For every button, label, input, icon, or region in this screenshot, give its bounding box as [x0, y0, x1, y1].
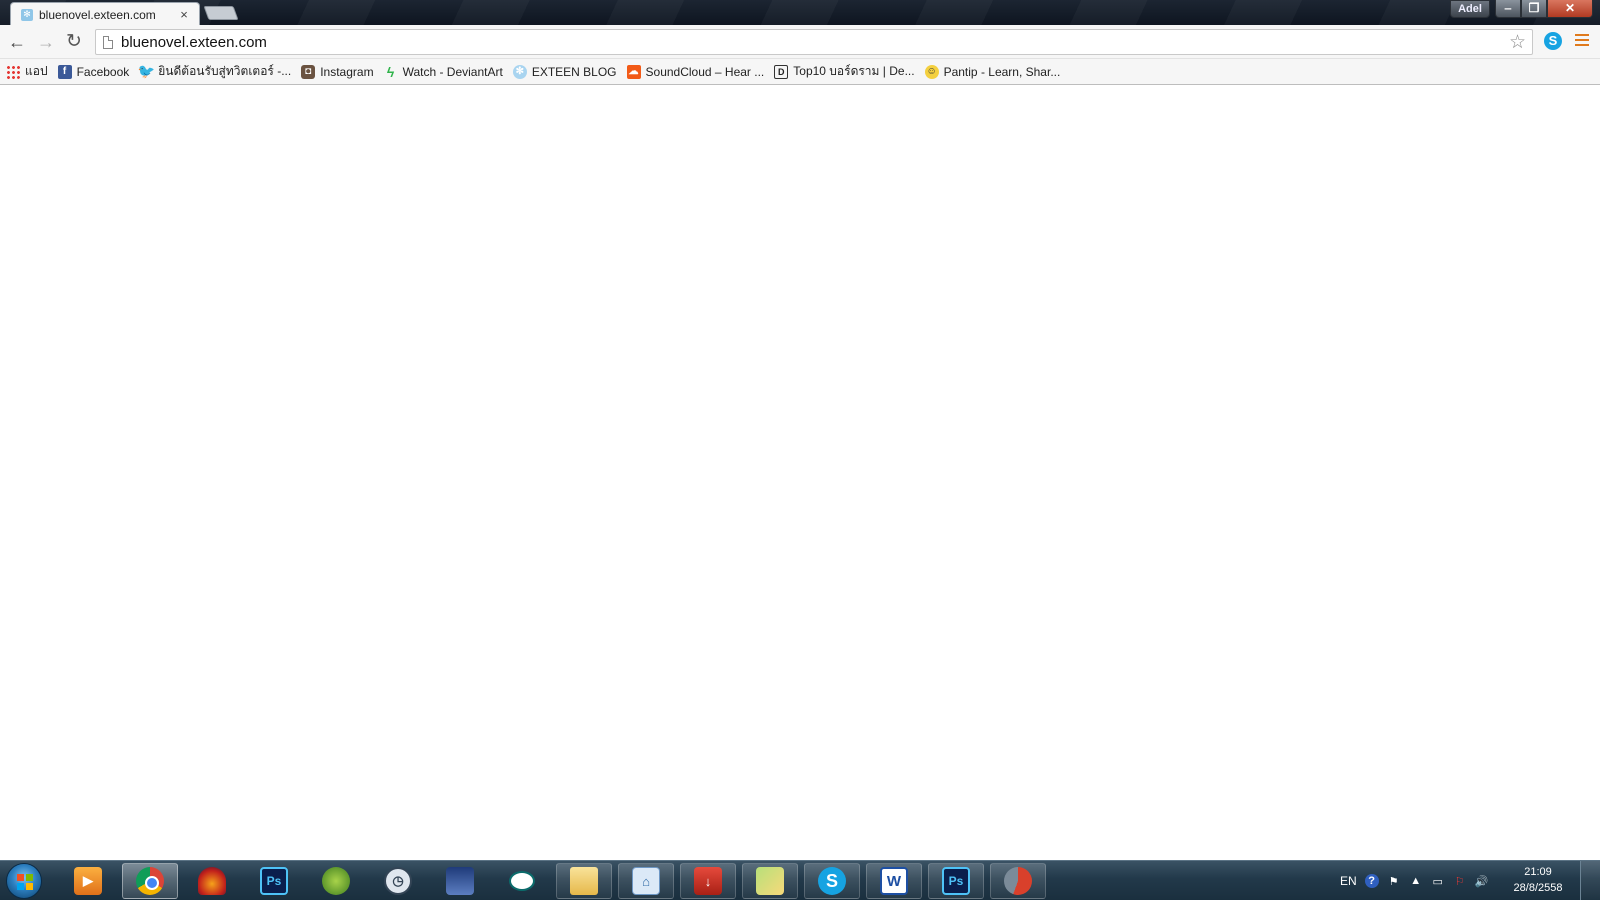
new-tab-button[interactable]	[203, 6, 239, 20]
skype-extension-icon[interactable]: S	[1544, 32, 1562, 50]
page-content[interactable]	[0, 85, 1600, 860]
bookmark-label: แอป	[25, 64, 48, 78]
taskbar-clock-app[interactable]: ◷	[370, 863, 426, 899]
taskbar-sticky-notes[interactable]	[742, 863, 798, 899]
bookmark-pantip[interactable]: ☺ Pantip - Learn, Shar...	[924, 64, 1061, 79]
pantip-icon: ☺	[924, 64, 939, 79]
taskbar-network-app[interactable]: ⌂	[618, 863, 674, 899]
taskbar-download-app[interactable]: ↓	[680, 863, 736, 899]
taskbar: ▶ Ps ◷ ⌂ ↓ S W Ps EN ? ⚑ ▲ ▭ ⚐ 🔊 21:09 2…	[0, 860, 1600, 900]
address-bar[interactable]: bluenovel.exteen.com ☆	[95, 29, 1533, 55]
minimize-button[interactable]: ‒	[1495, 0, 1521, 18]
bookmark-apps[interactable]: แอป	[6, 62, 48, 81]
bookmark-label: ยินดีต้อนรับสู่ทวิตเตอร์ -...	[158, 64, 292, 78]
bookmark-label: Facebook	[76, 64, 130, 79]
taskbar-anime-app[interactable]	[432, 863, 488, 899]
facebook-icon: f	[57, 64, 72, 79]
browser-toolbar: ← → ↻ bluenovel.exteen.com ☆ S	[0, 25, 1600, 59]
tab-bluenovel[interactable]: ✻ bluenovel.exteen.com ×	[10, 2, 200, 26]
input-flag-icon[interactable]: ⚑	[1387, 874, 1401, 888]
taskbar-clock[interactable]: 21:09 28/8/2558	[1508, 864, 1568, 896]
photoshop-icon: Ps	[942, 867, 970, 895]
close-button[interactable]: ✕	[1547, 0, 1593, 18]
bookmark-deviantart[interactable]: ϟ Watch - DeviantArt	[384, 63, 503, 80]
audition-icon	[198, 867, 226, 895]
taskbar-media-player[interactable]: ▶	[60, 863, 116, 899]
chrome-icon	[136, 867, 164, 895]
folder-icon	[570, 867, 598, 895]
clock-time: 21:09	[1524, 866, 1552, 878]
back-button[interactable]: ←	[5, 30, 29, 54]
clock-date: 28/8/2558	[1513, 882, 1563, 894]
bookmark-label: Watch - DeviantArt	[402, 64, 503, 79]
exteen-icon: ✻	[512, 64, 527, 79]
globe-icon	[322, 867, 350, 895]
bookmarks-bar: แอป f Facebook 🐦 ยินดีต้อนรับสู่ทวิตเตอร…	[0, 59, 1600, 85]
bookmark-exteen-blog[interactable]: ✻ EXTEEN BLOG	[512, 64, 617, 79]
bookmark-dek-d[interactable]: D Top10 บอร์ดราม | De...	[774, 62, 915, 81]
twitter-icon: 🐦	[137, 63, 155, 79]
soundcloud-icon: ☁	[626, 64, 641, 79]
network-user-icon: ⌂	[632, 867, 660, 895]
apps-icon	[6, 64, 20, 79]
instagram-icon: ◘	[301, 64, 316, 79]
start-button[interactable]	[6, 863, 42, 899]
volume-icon[interactable]: 🔊	[1475, 874, 1489, 888]
taskbar-audition[interactable]	[184, 863, 240, 899]
snagit-icon	[1004, 867, 1032, 895]
page-icon	[103, 36, 113, 49]
reload-button[interactable]: ↻	[62, 30, 86, 54]
network-icon[interactable]: ▭	[1431, 874, 1445, 888]
anime-character-icon	[446, 867, 474, 895]
taskbar-photoshop-pinned[interactable]: Ps	[246, 863, 302, 899]
bookmark-label: Instagram	[320, 64, 374, 79]
help-icon[interactable]: ?	[1364, 874, 1379, 888]
maximize-button[interactable]: ❐	[1521, 0, 1547, 18]
language-indicator[interactable]: EN	[1340, 874, 1357, 888]
clock-icon: ◷	[384, 867, 412, 895]
skype-icon: S	[818, 867, 846, 895]
chrome-menu-icon[interactable]	[1575, 34, 1589, 48]
url-text[interactable]: bluenovel.exteen.com	[121, 34, 267, 51]
taskbar-globe-app[interactable]	[308, 863, 364, 899]
show-desktop-button[interactable]	[1580, 861, 1600, 900]
bookmark-label: Top10 บอร์ดราม | De...	[793, 64, 915, 78]
bookmark-twitter[interactable]: 🐦 ยินดีต้อนรับสู่ทวิตเตอร์ -...	[137, 62, 292, 81]
bookmark-label: Pantip - Learn, Shar...	[943, 64, 1061, 79]
taskbar-chrome[interactable]	[122, 863, 178, 899]
word-icon: W	[880, 867, 908, 895]
speech-bubble-icon	[508, 867, 536, 895]
taskbar-photoshop[interactable]: Ps	[928, 863, 984, 899]
sticky-notes-icon	[756, 867, 784, 895]
bookmark-label: EXTEEN BLOG	[531, 64, 617, 79]
system-tray: EN ? ⚑ ▲ ▭ ⚐ 🔊	[1340, 861, 1497, 900]
tab-title: bluenovel.exteen.com	[39, 7, 156, 22]
bookmark-facebook[interactable]: f Facebook	[57, 64, 130, 79]
taskbar-chat-app[interactable]	[494, 863, 550, 899]
action-center-icon[interactable]: ⚐	[1453, 874, 1467, 888]
taskbar-file-explorer[interactable]	[556, 863, 612, 899]
deviantart-icon: ϟ	[386, 63, 395, 80]
title-bar: ✻ bluenovel.exteen.com × Adel ‒ ❐ ✕	[0, 0, 1600, 26]
taskbar-word[interactable]: W	[866, 863, 922, 899]
dek-d-icon: D	[774, 64, 789, 79]
media-player-icon: ▶	[74, 867, 102, 895]
bookmark-label: SoundCloud – Hear ...	[645, 64, 765, 79]
bookmark-soundcloud[interactable]: ☁ SoundCloud – Hear ...	[626, 64, 765, 79]
taskbar-skype[interactable]: S	[804, 863, 860, 899]
tab-close-icon[interactable]: ×	[177, 7, 191, 22]
taskbar-snagit[interactable]	[990, 863, 1046, 899]
show-hidden-icons-arrow-icon[interactable]: ▲	[1409, 874, 1423, 888]
photoshop-icon: Ps	[260, 867, 288, 895]
download-arrow-icon: ↓	[694, 867, 722, 895]
bookmark-star-icon[interactable]: ☆	[1509, 31, 1526, 54]
forward-button[interactable]: →	[34, 30, 58, 54]
exteen-favicon-icon: ✻	[21, 8, 33, 21]
profile-button[interactable]: Adel	[1450, 0, 1490, 18]
bookmark-instagram[interactable]: ◘ Instagram	[301, 64, 374, 79]
